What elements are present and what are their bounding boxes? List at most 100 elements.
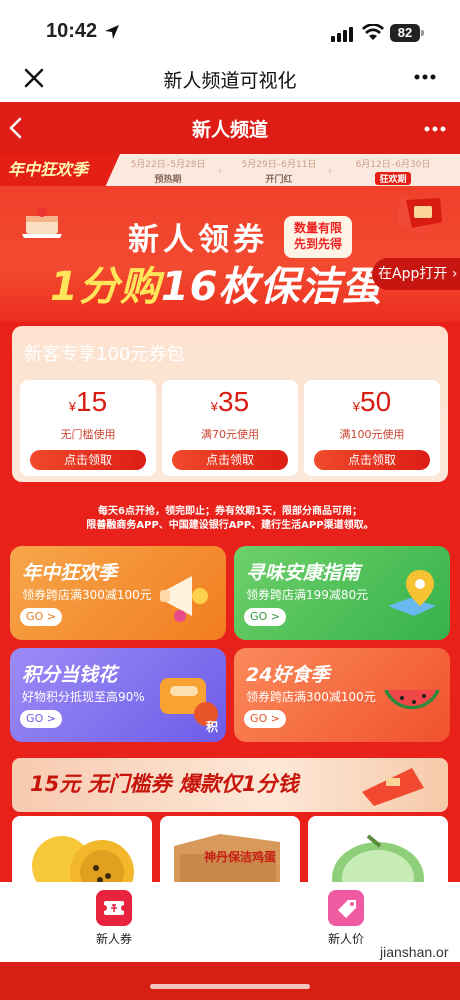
coupon-pack-title: 新客专享100元券包: [24, 344, 185, 365]
product-box-label: 神丹保洁鸡蛋: [204, 850, 277, 864]
promo-part: 15元: [30, 772, 81, 796]
price-tag-icon: [328, 890, 364, 926]
coupon-amount: 35: [218, 386, 250, 417]
go-button[interactable]: GO >: [244, 710, 286, 728]
subtitle-part: 16枚保洁蛋: [160, 264, 383, 310]
tile-title: 积分当钱花: [22, 664, 118, 686]
tile-subtitle: 好物积分抵现至高90%: [22, 690, 145, 704]
stage-dates: 5月29日–6月11日: [241, 160, 317, 170]
banner-subtitle: 1分购16枚保洁蛋: [50, 254, 383, 312]
timeline-stage: 5月22日–5月28日 预热期: [128, 157, 208, 185]
product-card-melon[interactable]: [308, 816, 448, 882]
map-pin-icon: [388, 570, 436, 616]
coupon-ticket-icon: [362, 768, 424, 806]
more-icon[interactable]: [414, 74, 436, 80]
battery-cap: [421, 30, 424, 36]
go-button[interactable]: GO >: [244, 608, 286, 626]
coupon-value: ¥35: [162, 386, 298, 418]
bottom-tab-bar: 新人券 新人价 jianshan.or: [0, 882, 460, 962]
status-bar: 10:42 82: [0, 0, 460, 56]
subtitle-part: 1分购: [50, 264, 161, 310]
app-content: 新人频道 年中狂欢季 5月22日–5月28日 预热期 › 5月29日–6月11日…: [0, 102, 460, 882]
coupon-icon: [96, 890, 132, 926]
tab-new-user-coupon[interactable]: 新人券: [74, 890, 154, 947]
coupon-value: ¥15: [20, 386, 156, 418]
coupon-value: ¥50: [304, 386, 440, 418]
claim-coupon-button[interactable]: 点击领取: [314, 450, 430, 470]
tile-food-season[interactable]: 24好食季 领券跨店满300减100元 GO >: [234, 648, 450, 742]
app-more-icon[interactable]: [424, 126, 446, 132]
currency-symbol: ¥: [68, 399, 77, 414]
one-cent-banner[interactable]: 15元 无门槛券 爆款仅1分钱: [12, 758, 448, 812]
stage-name-active: 狂欢期: [375, 172, 411, 185]
location-arrow-icon: [105, 25, 119, 39]
home-indicator[interactable]: [150, 984, 310, 989]
coupon-card: ¥35 满70元使用 点击领取: [162, 380, 298, 476]
open-in-app-label: 在App打开: [378, 266, 448, 282]
status-time: 10:42: [46, 20, 98, 42]
tile-title: 寻味安康指南: [246, 562, 361, 584]
go-button[interactable]: GO >: [20, 710, 62, 728]
cellular-signal-icon: [331, 27, 353, 42]
stage-name: 开门红: [265, 175, 293, 185]
watermark: jianshan.or: [380, 944, 449, 960]
watermelon-icon: [384, 690, 440, 710]
points-badge: 积: [206, 720, 219, 734]
tab-new-user-price[interactable]: 新人价: [306, 890, 386, 947]
product-card-passionfruit[interactable]: [12, 816, 152, 882]
coupon-amount: 15: [76, 386, 108, 417]
product-card-eggs[interactable]: 神丹保洁鸡蛋: [160, 816, 300, 882]
tile-subtitle: 领券跨店满199减80元: [246, 588, 369, 602]
timeline-stage: 5月29日–6月11日 开门红: [236, 157, 322, 185]
bottom-area: [0, 962, 460, 1000]
claim-coupon-button[interactable]: 点击领取: [30, 450, 146, 470]
browser-header: 新人频道可视化: [0, 56, 460, 102]
claim-coupon-button[interactable]: 点击领取: [172, 450, 288, 470]
limited-badge: 数量有限 先到先得: [284, 216, 352, 258]
timeline-stage: 6月12日–6月30日 狂欢期: [348, 157, 438, 185]
tile-subtitle: 领券跨店满300减100元: [22, 588, 152, 602]
passion-fruit-image: [32, 836, 134, 882]
promo-part: 无门槛券 爆款仅: [80, 772, 242, 796]
stage-dates: 5月22日–5月28日: [130, 160, 206, 170]
banner-title: 新人领券: [128, 222, 268, 258]
coupon-card: ¥50 满100元使用 点击领取: [304, 380, 440, 476]
tile-subtitle: 领券跨店满300减100元: [246, 690, 376, 704]
megaphone-icon: [160, 576, 208, 622]
page-title: 新人频道可视化: [163, 70, 297, 92]
coupon-card: ¥15 无门槛使用 点击领取: [20, 380, 156, 476]
coupon-condition: 满70元使用: [201, 428, 259, 441]
wifi-icon: [362, 24, 384, 40]
melon-image: [332, 834, 424, 882]
chevron-right-icon: ›: [218, 164, 223, 177]
tile-midyear-sale[interactable]: 年中狂欢季 领券跨店满300减100元 GO >: [10, 546, 226, 640]
coupon-amount: 50: [360, 386, 392, 417]
tile-title: 24好食季: [246, 664, 330, 686]
chevron-right-icon: ›: [328, 164, 333, 177]
go-button[interactable]: GO >: [20, 608, 62, 626]
open-in-app-button[interactable]: 在App打开 ›: [372, 258, 460, 290]
envelope-flag-icon: [398, 196, 442, 236]
hero-banner: 新人领券 数量有限 先到先得 1分购16枚保洁蛋 在App打开 ›: [0, 186, 460, 322]
rules-note: 限善融商务APP、中国建设银行APP、建行生活APP渠道领取。: [86, 520, 374, 531]
tile-points-cash[interactable]: 积分当钱花 好物积分抵现至高90% GO > 积: [10, 648, 226, 742]
badge-line: 数量有限: [293, 221, 342, 235]
coupon-pack: 新客专享100元券包 ¥15 无门槛使用 点击领取 ¥35 满70元使用 点击领…: [12, 326, 448, 482]
currency-symbol: ¥: [352, 399, 361, 414]
tab-label: 新人券: [95, 932, 132, 946]
currency-symbol: ¥: [210, 399, 219, 414]
tile-ankang-guide[interactable]: 寻味安康指南 领券跨店满199减80元 GO >: [234, 546, 450, 640]
cake-icon: [22, 207, 62, 238]
chevron-right-icon: ›: [451, 266, 458, 282]
promo-text: 15元 无门槛券 爆款仅1分钱: [30, 768, 298, 798]
stage-dates: 6月12日–6月30日: [355, 160, 431, 170]
campaign-timeline: 年中狂欢季 5月22日–5月28日 预热期 › 5月29日–6月11日 开门红 …: [0, 154, 460, 186]
coupon-condition: 无门槛使用: [60, 428, 116, 441]
stage-name: 预热期: [154, 175, 182, 185]
tab-label: 新人价: [327, 932, 364, 946]
badge-line: 先到先得: [293, 237, 342, 251]
tile-title: 年中狂欢季: [22, 562, 118, 584]
battery-icon: 82: [390, 24, 420, 42]
timeline-logo: 年中狂欢季: [0, 154, 120, 186]
coupon-condition: 满100元使用: [339, 428, 405, 441]
